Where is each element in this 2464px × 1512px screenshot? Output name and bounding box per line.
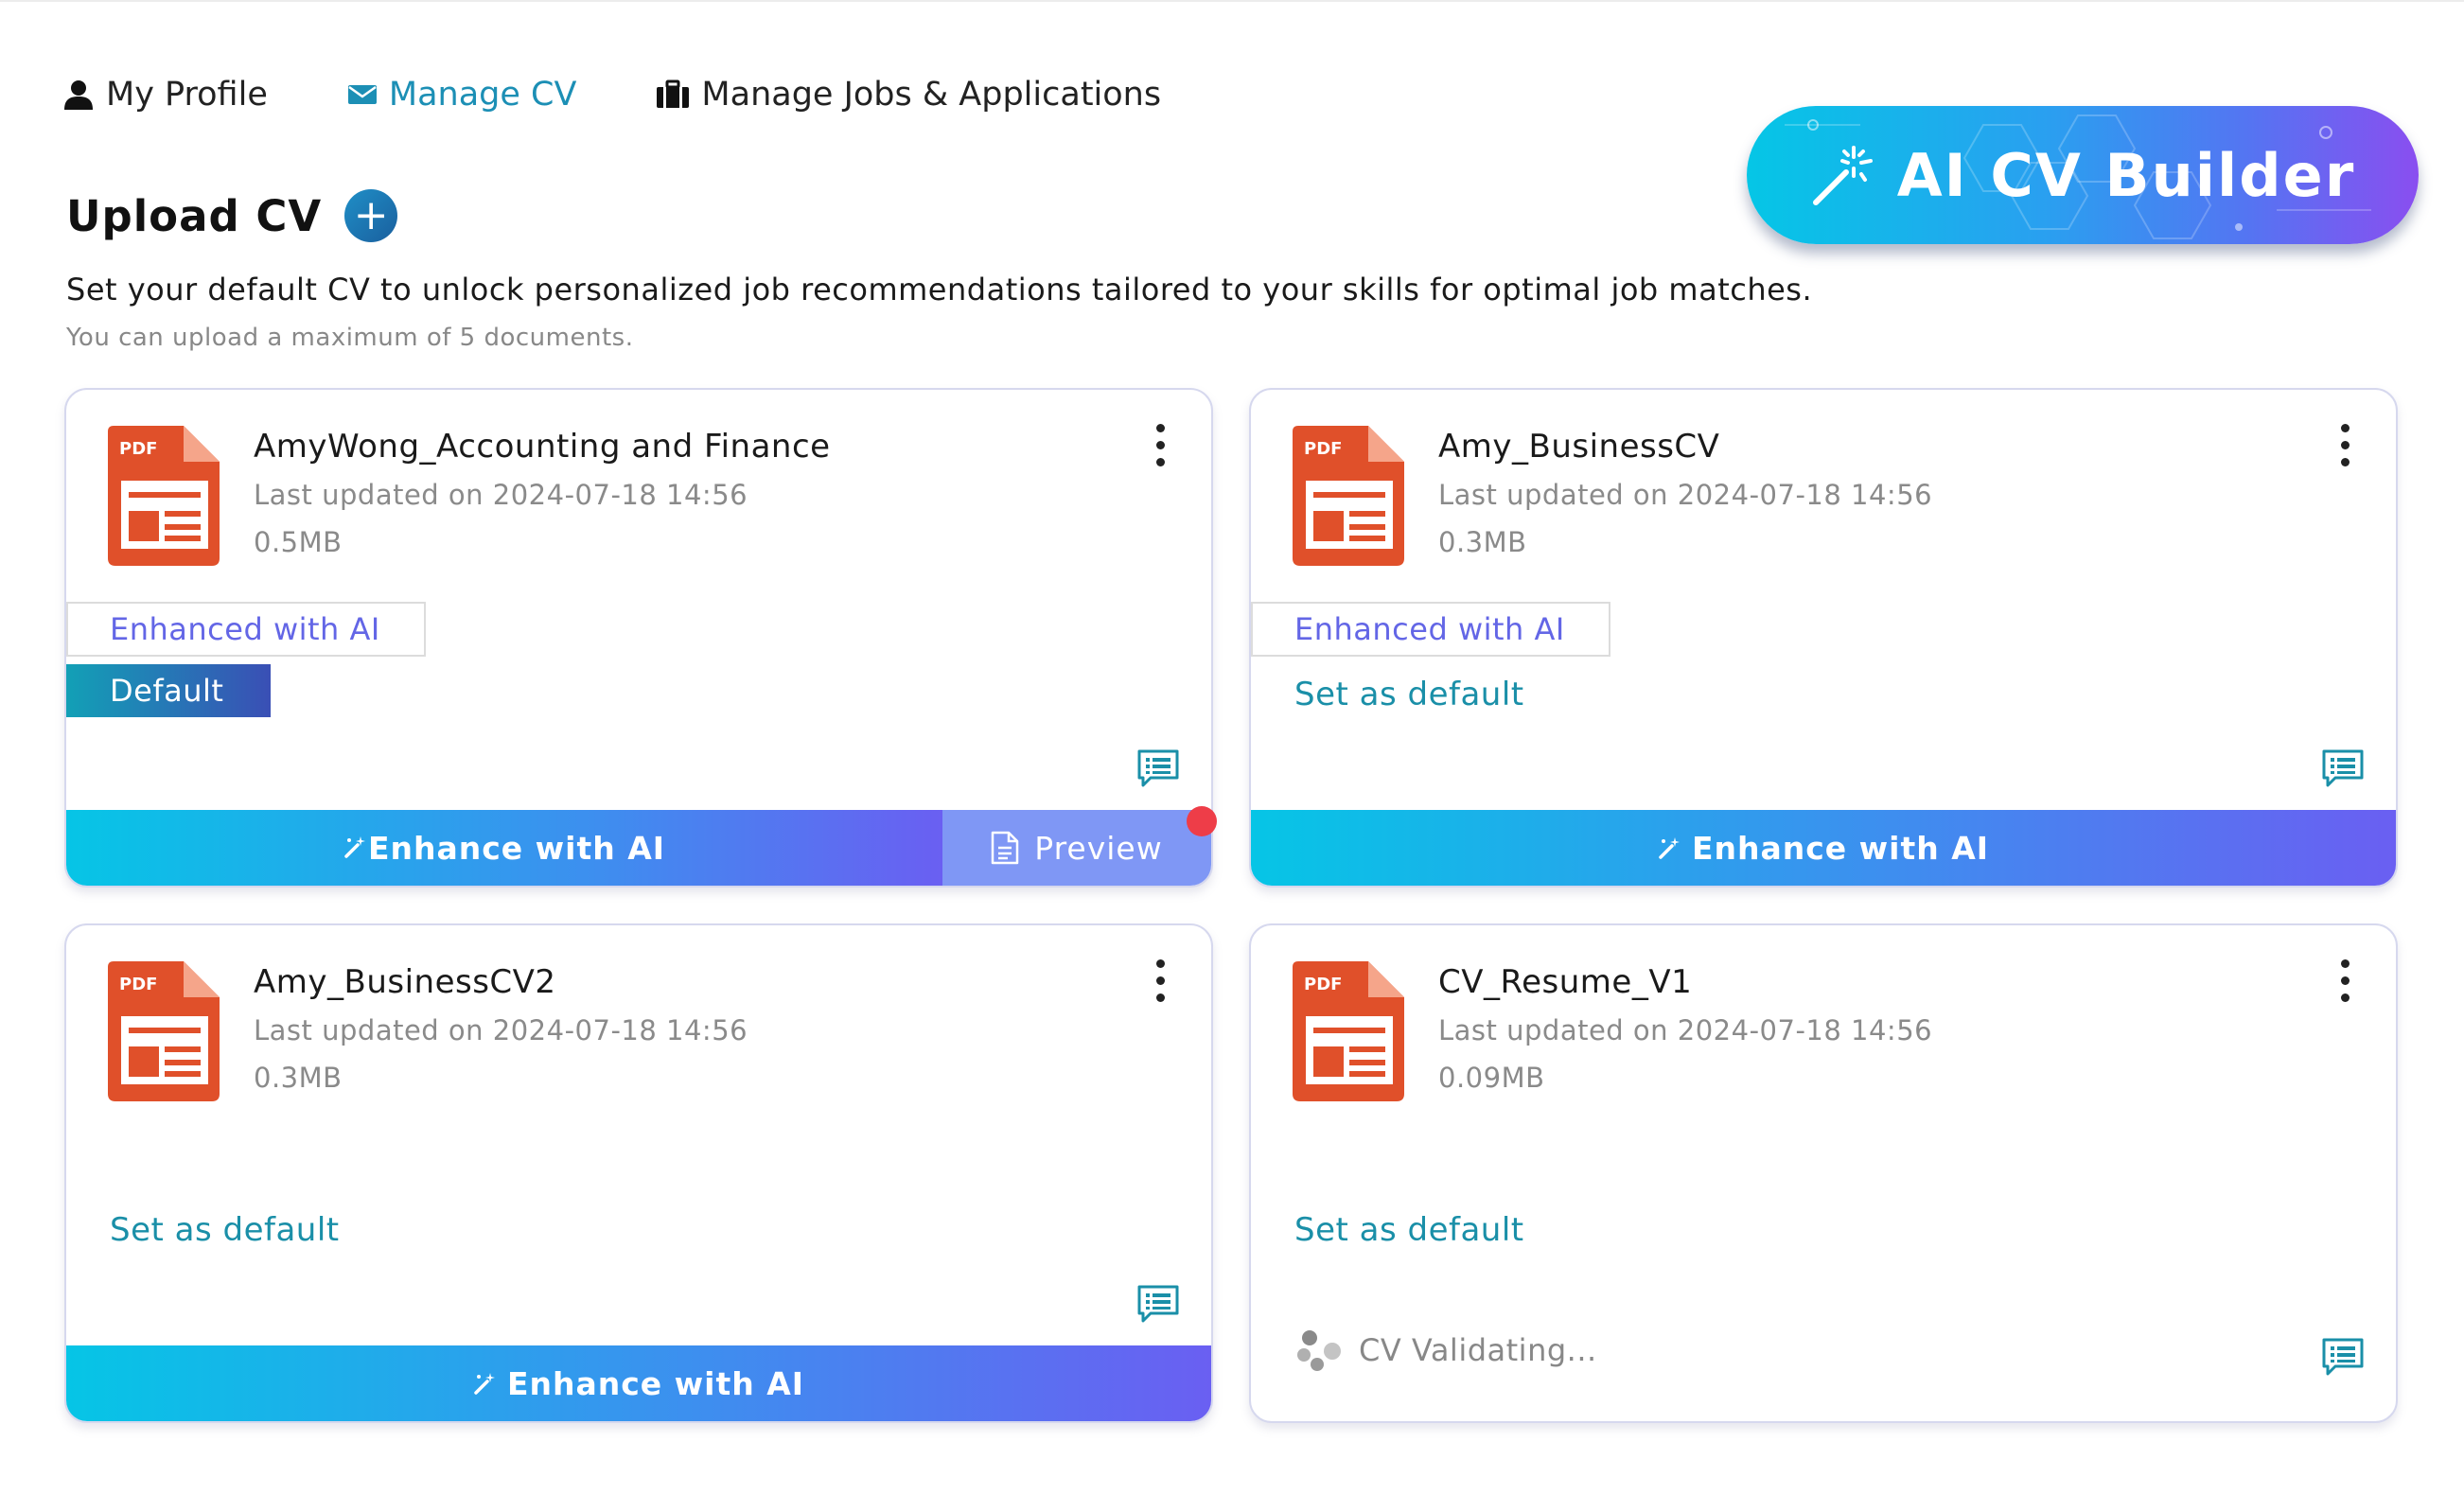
- add-cv-button[interactable]: +: [344, 189, 398, 242]
- cv-last-updated: Last updated on 2024-07-18 14:56: [254, 479, 748, 511]
- card-actions: Enhance with AI Preview: [66, 810, 1211, 886]
- tab-manage-jobs[interactable]: Manage Jobs & Applications: [656, 76, 1161, 114]
- sparkle-wand-icon: [1658, 835, 1682, 860]
- notification-dot: [1187, 806, 1217, 836]
- cv-file-name: AmyWong_Accounting and Finance: [254, 428, 831, 466]
- more-options-icon[interactable]: [2335, 424, 2354, 467]
- validating-label: CV Validating...: [1359, 1332, 1597, 1368]
- page-title: Upload CV: [66, 190, 323, 241]
- enhance-with-ai-button[interactable]: Enhance with AI: [1251, 810, 2396, 886]
- pdf-file-icon: PDF: [1293, 961, 1406, 1105]
- enhanced-with-ai-badge: Enhanced with AI: [66, 602, 426, 657]
- upload-limit-hint: You can upload a maximum of 5 documents.: [66, 324, 634, 352]
- cv-card: PDF AmyWong_Accounting and Finance Last …: [64, 388, 1217, 888]
- upload-cv-header: Upload CV +: [66, 189, 398, 242]
- tab-label: Manage CV: [388, 76, 577, 114]
- document-icon: [991, 831, 1019, 865]
- cv-file-size: 0.5MB: [254, 526, 343, 558]
- magic-wand-icon: [1810, 142, 1876, 208]
- notes-icon[interactable]: [2322, 1338, 2364, 1380]
- more-options-icon[interactable]: [2335, 959, 2354, 1003]
- loading-spinner-icon: [1294, 1327, 1346, 1374]
- set-as-default-link[interactable]: Set as default: [1294, 676, 1524, 713]
- enhance-with-ai-button[interactable]: Enhance with AI: [66, 810, 942, 886]
- preview-label: Preview: [1034, 829, 1163, 867]
- notes-icon[interactable]: [2322, 749, 2364, 791]
- tab-label: My Profile: [106, 76, 268, 114]
- top-nav: My Profile Manage CV Manage Jobs & Appli…: [62, 68, 1241, 121]
- pdf-file-icon: PDF: [108, 961, 221, 1105]
- pdf-file-icon: PDF: [108, 426, 221, 570]
- sparkle-wand-icon: [473, 1371, 498, 1396]
- more-options-icon[interactable]: [1151, 424, 1170, 467]
- notes-icon[interactable]: [1137, 1285, 1179, 1327]
- ai-cv-builder-label: AI CV Builder: [1896, 140, 2356, 210]
- briefcase-icon: [656, 79, 690, 110]
- cv-last-updated: Last updated on 2024-07-18 14:56: [254, 1014, 748, 1046]
- sparkle-wand-icon: [343, 830, 368, 867]
- enhanced-with-ai-badge: Enhanced with AI: [1251, 602, 1610, 657]
- top-divider: [0, 0, 2464, 2]
- set-as-default-link[interactable]: Set as default: [110, 1211, 340, 1249]
- cv-file-name: Amy_BusinessCV: [1438, 428, 1720, 466]
- notes-icon[interactable]: [1137, 749, 1179, 791]
- cv-last-updated: Last updated on 2024-07-18 14:56: [1438, 1014, 1933, 1046]
- cv-validating-status: CV Validating...: [1294, 1327, 1597, 1374]
- plus-icon: +: [353, 191, 389, 239]
- cv-file-name: CV_Resume_V1: [1438, 963, 1693, 1001]
- cv-file-size: 0.09MB: [1438, 1062, 1545, 1094]
- enhance-label: Enhance with AI: [1691, 829, 1990, 867]
- set-as-default-link[interactable]: Set as default: [1294, 1211, 1524, 1249]
- upload-description: Set your default CV to unlock personaliz…: [66, 272, 1813, 308]
- pdf-file-icon: PDF: [1293, 426, 1406, 570]
- cv-file-size: 0.3MB: [254, 1062, 343, 1094]
- default-badge: Default: [66, 664, 271, 717]
- cv-file-size: 0.3MB: [1438, 526, 1527, 558]
- tab-my-profile[interactable]: My Profile: [62, 76, 268, 114]
- tab-label: Manage Jobs & Applications: [701, 76, 1162, 114]
- cv-card: PDF CV_Resume_V1 Last updated on 2024-07…: [1249, 923, 2398, 1423]
- tab-manage-cv[interactable]: Manage CV: [347, 76, 577, 114]
- svg-text:PDF: PDF: [1304, 975, 1342, 994]
- preview-button[interactable]: Preview: [942, 810, 1211, 886]
- svg-text:PDF: PDF: [1304, 439, 1342, 459]
- svg-text:PDF: PDF: [119, 439, 157, 459]
- cv-file-name: Amy_BusinessCV2: [254, 963, 556, 1001]
- enhance-label: Enhance with AI: [506, 1364, 805, 1402]
- svg-text:PDF: PDF: [119, 975, 157, 994]
- cv-card: PDF Amy_BusinessCV2 Last updated on 2024…: [64, 923, 1213, 1423]
- enhance-with-ai-button[interactable]: Enhance with AI: [66, 1345, 1211, 1421]
- enhance-label: Enhance with AI: [367, 829, 666, 867]
- envelope-icon: [347, 83, 378, 106]
- cv-card: PDF Amy_BusinessCV Last updated on 2024-…: [1249, 388, 2398, 888]
- user-icon: [62, 79, 95, 111]
- cv-last-updated: Last updated on 2024-07-18 14:56: [1438, 479, 1933, 511]
- ai-cv-builder-button[interactable]: AI CV Builder: [1747, 106, 2419, 244]
- more-options-icon[interactable]: [1151, 959, 1170, 1003]
